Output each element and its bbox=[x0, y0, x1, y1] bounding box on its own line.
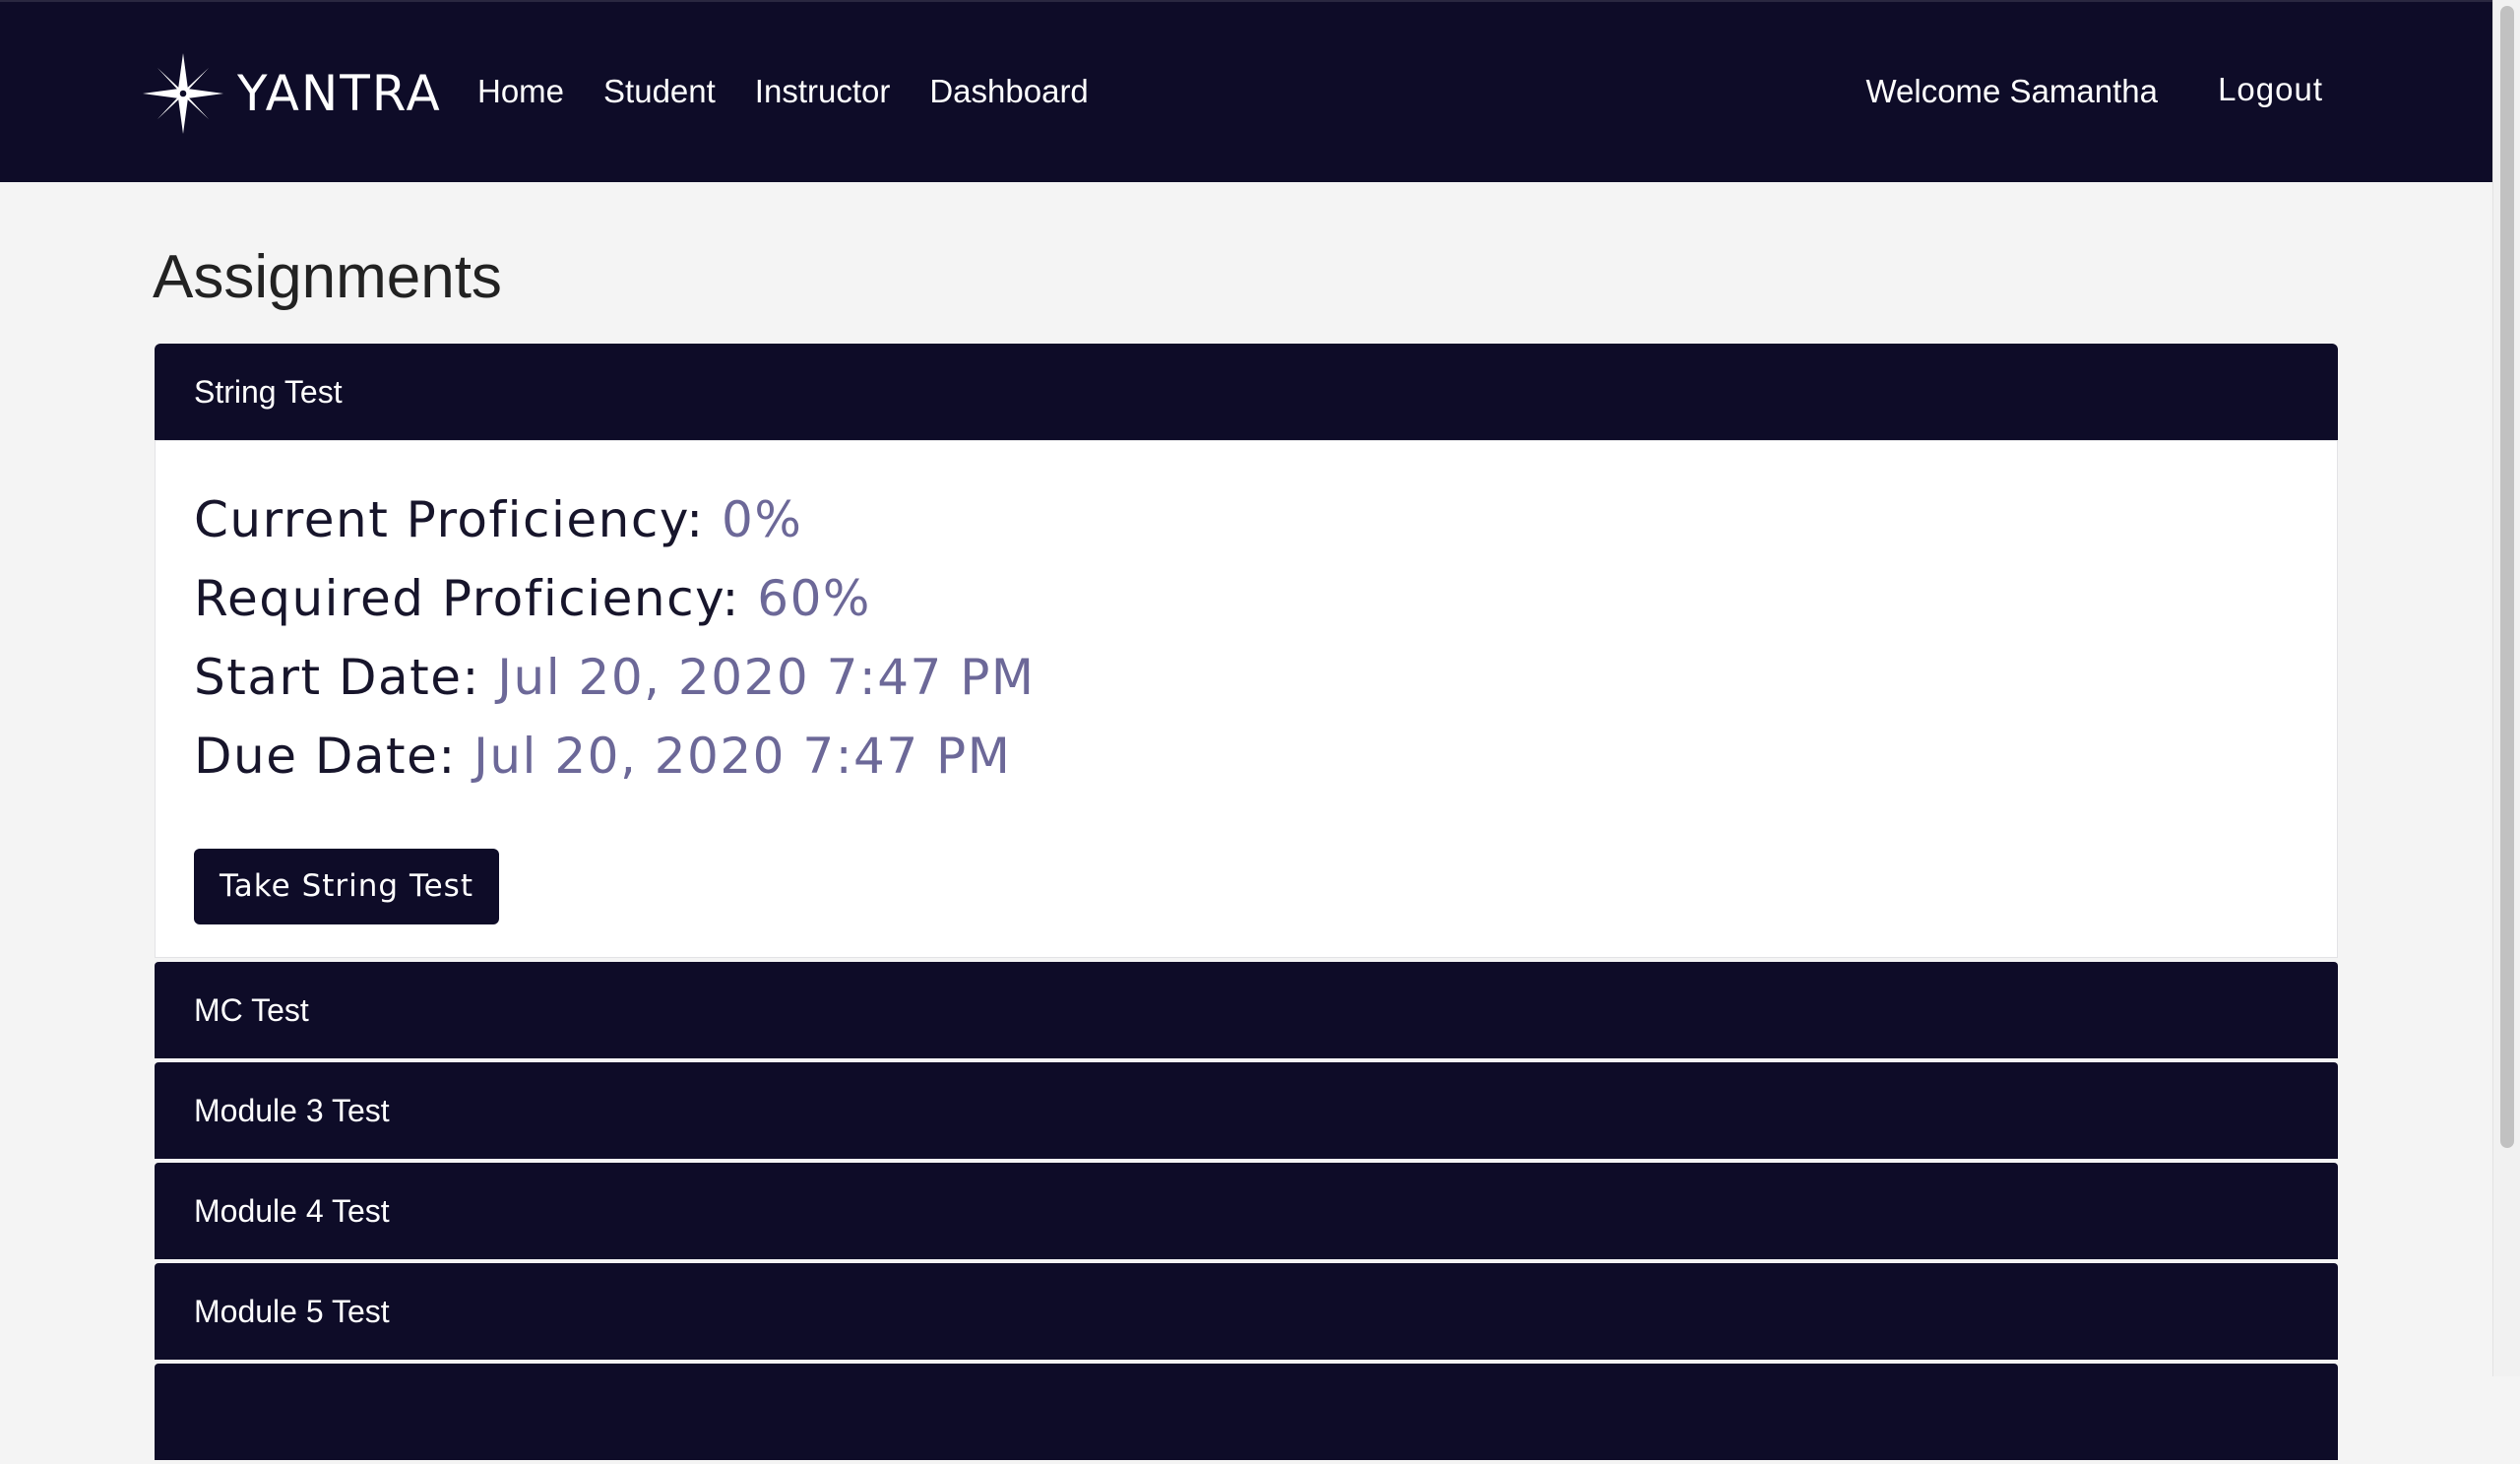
assignment-header-module-4-test[interactable]: Module 4 Test bbox=[155, 1163, 2338, 1259]
start-date-label: Start Date: bbox=[194, 649, 480, 706]
main-nav: Home Student Instructor Dashboard bbox=[477, 73, 1089, 110]
compass-star-icon bbox=[143, 53, 223, 134]
assignment-header-module-3-test[interactable]: Module 3 Test bbox=[155, 1062, 2338, 1159]
brand-logo[interactable]: YANTRA bbox=[143, 53, 442, 134]
welcome-message: Welcome Samantha bbox=[1865, 73, 2158, 109]
assignment-header-mc-test[interactable]: MC Test bbox=[155, 962, 2338, 1058]
current-proficiency-label: Current Proficiency: bbox=[194, 491, 705, 548]
scrollbar-thumb[interactable] bbox=[2500, 6, 2514, 1148]
top-navbar: YANTRA Home Student Instructor Dashboard… bbox=[0, 0, 2492, 182]
start-date-value: Jul 20, 2020 7:47 PM bbox=[497, 649, 1036, 706]
nav-student[interactable]: Student bbox=[603, 73, 716, 110]
nav-instructor[interactable]: Instructor bbox=[755, 73, 891, 110]
assignments-accordion: String Test Current Proficiency: 0% Requ… bbox=[155, 344, 2338, 1464]
due-date-label: Due Date: bbox=[194, 728, 457, 785]
nav-dashboard[interactable]: Dashboard bbox=[929, 73, 1088, 110]
due-date-value: Jul 20, 2020 7:47 PM bbox=[473, 728, 1012, 785]
assignment-details: Current Proficiency: 0% Required Profici… bbox=[155, 440, 2338, 958]
logout-link[interactable]: Logout bbox=[2218, 71, 2323, 108]
page-title: Assignments bbox=[153, 243, 502, 311]
required-proficiency-label: Required Proficiency: bbox=[194, 570, 740, 627]
brand-name: YANTRA bbox=[237, 65, 442, 122]
current-proficiency-row: Current Proficiency: 0% bbox=[194, 480, 2299, 559]
required-proficiency-value: 60% bbox=[757, 570, 871, 627]
start-date-row: Start Date: Jul 20, 2020 7:47 PM bbox=[194, 638, 2299, 717]
take-test-button[interactable]: Take String Test bbox=[194, 849, 499, 924]
due-date-row: Due Date: Jul 20, 2020 7:47 PM bbox=[194, 717, 2299, 796]
assignment-header-string-test[interactable]: String Test bbox=[155, 344, 2338, 440]
page-scrollbar[interactable] bbox=[2492, 0, 2520, 1376]
current-proficiency-value: 0% bbox=[722, 491, 803, 548]
assignment-header-module-5-test[interactable]: Module 5 Test bbox=[155, 1263, 2338, 1360]
assignment-header-partial[interactable] bbox=[155, 1364, 2338, 1460]
nav-home[interactable]: Home bbox=[477, 73, 564, 110]
required-proficiency-row: Required Proficiency: 60% bbox=[194, 559, 2299, 638]
